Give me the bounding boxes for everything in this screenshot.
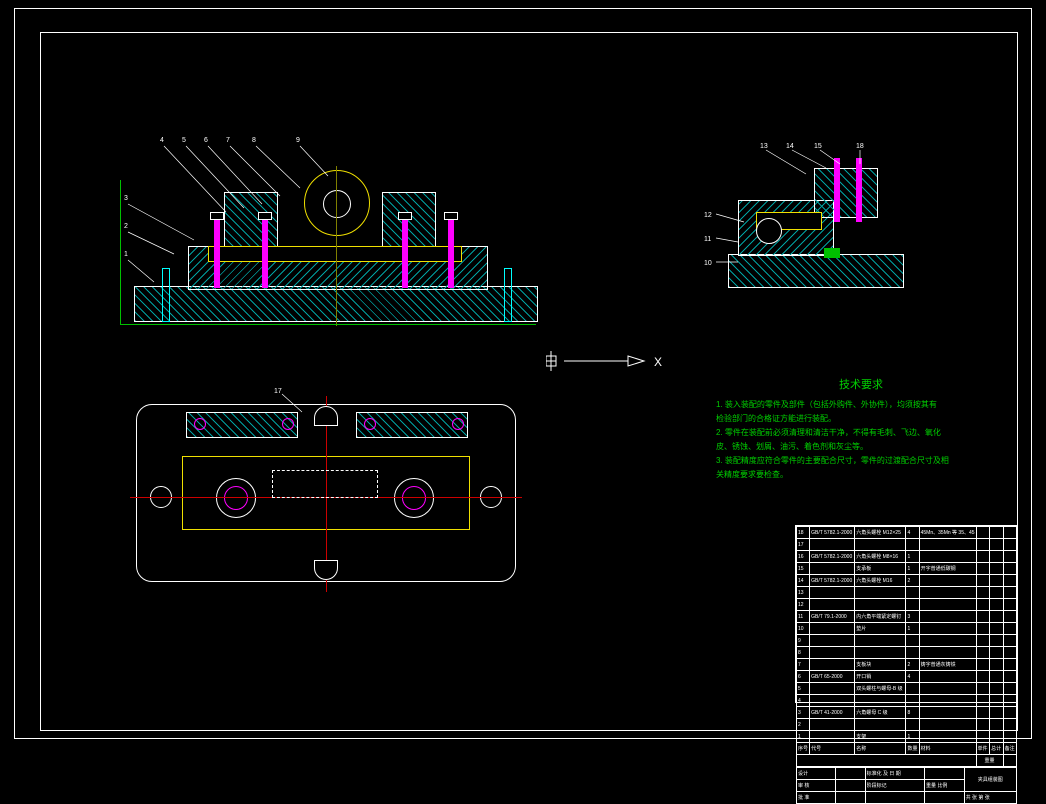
svg-text:5: 5 — [182, 137, 186, 144]
svg-text:X: X — [654, 355, 662, 369]
plan-view — [136, 402, 516, 586]
parts-list-table: 18GB/T 5782.1-2000六角头螺栓 M12×25445Mn、35Mn… — [796, 526, 1017, 767]
svg-text:7: 7 — [226, 137, 230, 144]
tech-req-line: 1. 装入装配的零件及部件（包括外购件、外协件），均须按其有 — [716, 398, 1006, 412]
parts-list-row: 14GB/T 5782.1-2000六角头螺栓 M162 — [797, 575, 1017, 587]
svg-text:18: 18 — [856, 143, 864, 150]
svg-text:15: 15 — [814, 143, 822, 150]
tech-req-title: 技术要求 — [716, 378, 1006, 392]
parts-list-row: 4 — [797, 695, 1017, 707]
title-info-table: 设计 标准化 及 日 期 夹具组装图 审 核 阶段标记 重量 比例 批 准 共 … — [796, 767, 1017, 804]
parts-list-row: 2 — [797, 719, 1017, 731]
svg-text:11: 11 — [704, 236, 711, 243]
parts-list-row: 1支架1 — [797, 731, 1017, 743]
svg-text:8: 8 — [252, 137, 256, 144]
parts-list-row: 18GB/T 5782.1-2000六角头螺栓 M12×25445Mn、35Mn… — [797, 527, 1017, 539]
parts-list-row: 9 — [797, 635, 1017, 647]
svg-text:9: 9 — [296, 137, 300, 144]
parts-list-row: 13 — [797, 587, 1017, 599]
svg-text:14: 14 — [786, 143, 794, 150]
parts-list-header: 序号 代号 名称 数量 材料 单件 总计 备注 — [797, 743, 1017, 755]
parts-list-row: 5双头螺柱与螺母-B 级 — [797, 683, 1017, 695]
front-elevation-view — [116, 148, 546, 338]
parts-list-row: 12 — [797, 599, 1017, 611]
parts-list-row: 17 — [797, 539, 1017, 551]
svg-text:13: 13 — [760, 143, 768, 150]
parts-list-row: 10垫片1 — [797, 623, 1017, 635]
tech-req-line: 皮、锈蚀、划屑、油污、着色剂和灰尘等。 — [716, 440, 1006, 454]
parts-list-row: 8 — [797, 647, 1017, 659]
tech-req-line: 检验部门的合格证方能进行装配。 — [716, 412, 1006, 426]
tech-req-line: 2. 零件在装配前必须清理和清洁干净，不得有毛刺、飞边、氧化 — [716, 426, 1006, 440]
title-block: 18GB/T 5782.1-2000六角头螺栓 M12×25445Mn、35Mn… — [795, 525, 1018, 703]
svg-text:10: 10 — [704, 260, 712, 267]
parts-list-row: 7支板块2铸字普通灰铸铁 — [797, 659, 1017, 671]
svg-text:4: 4 — [160, 137, 164, 144]
side-section-view — [716, 150, 916, 320]
section-direction-mark: X — [546, 348, 656, 376]
technical-requirements: 技术要求 1. 装入装配的零件及部件（包括外购件、外协件），均须按其有 检验部门… — [716, 378, 1006, 482]
tech-req-line: 3. 装配精度应符合零件的主要配合尺寸，零件的过渡配合尺寸及相 — [716, 454, 1006, 468]
parts-list-row: 3GB/T 41-2000六角螺母 C 级8 — [797, 707, 1017, 719]
svg-text:6: 6 — [204, 137, 208, 144]
parts-list-row: 6GB/T 65-2000开口销4 — [797, 671, 1017, 683]
svg-text:12: 12 — [704, 212, 712, 219]
parts-list-row: 11GB/T 79.1-2000内六角平端紧定螺钉3 — [797, 611, 1017, 623]
tech-req-line: 关精度要求要检查。 — [716, 468, 1006, 482]
parts-list-row: 15支承板1开字普通低碳钢 — [797, 563, 1017, 575]
parts-list-row: 16GB/T 5782.1-2000六角头螺栓 M8×161 — [797, 551, 1017, 563]
svg-text:17: 17 — [274, 388, 282, 395]
cad-canvas: 4 5 6 7 8 9 1 2 3 13 14 15 18 10 11 12 — [0, 0, 1046, 747]
